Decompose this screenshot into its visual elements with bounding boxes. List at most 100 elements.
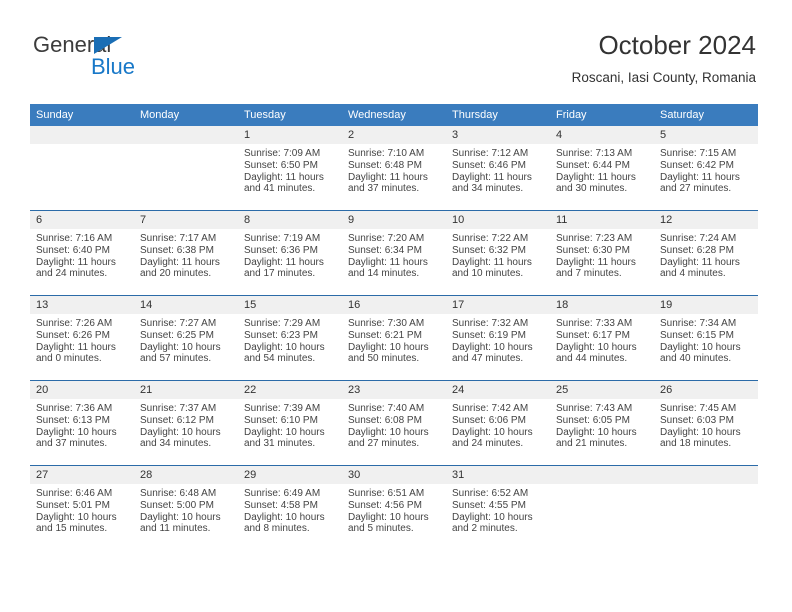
- sunrise-text: Sunrise: 7:45 AM: [660, 403, 737, 414]
- calendar-day-cell[interactable]: 12 Sunrise: 7:24 AM Sunset: 6:28 PM Dayligh…: [654, 210, 758, 296]
- sunset-text: Sunset: 6:15 PM: [660, 329, 734, 341]
- calendar-day-cell[interactable]: 14 Sunrise: 7:27 AM Sunset: 6:25 PM Dayligh…: [134, 295, 238, 381]
- calendar-day-cell[interactable]: 1 Sunrise: 7:09 AM Sunset: 6:50 PM Daylight…: [238, 126, 342, 211]
- sunrise-text: Sunrise: 6:49 AM: [244, 488, 321, 499]
- day-box: 24 Sunrise: 7:42 AM Sunset: 6:06 PM Dayligh…: [446, 381, 550, 465]
- day-box: 23 Sunrise: 7:40 AM Sunset: 6:08 PM Dayligh…: [342, 381, 446, 465]
- calendar-day-cell[interactable]: 27 Sunrise: 6:46 AM Sunset: 5:01 PM Dayligh…: [30, 465, 134, 550]
- day-box: 30 Sunrise: 6:51 AM Sunset: 4:56 PM Dayligh…: [342, 466, 446, 550]
- day-box: 17 Sunrise: 7:32 AM Sunset: 6:19 PM Dayligh…: [446, 296, 550, 380]
- calendar-day-cell[interactable]: 21 Sunrise: 7:37 AM Sunset: 6:12 PM Dayligh…: [134, 380, 238, 466]
- daylight-text: Daylight: 11 hours and 41 minutes.: [244, 171, 324, 195]
- calendar-day-cell[interactable]: 9 Sunrise: 7:20 AM Sunset: 6:34 PM Daylight…: [342, 210, 446, 296]
- calendar-day-cell[interactable]: 13 Sunrise: 7:26 AM Sunset: 6:26 PM Dayligh…: [30, 295, 134, 381]
- calendar-day-cell[interactable]: 31 Sunrise: 6:52 AM Sunset: 4:55 PM Dayligh…: [446, 465, 550, 550]
- day-number: 29: [238, 466, 342, 484]
- day-box: 22 Sunrise: 7:39 AM Sunset: 6:10 PM Dayligh…: [238, 381, 342, 465]
- sunset-text: Sunset: 6:03 PM: [660, 414, 734, 426]
- page-subtitle: Roscani, Iasi County, Romania: [571, 70, 756, 85]
- calendar-day-cell[interactable]: 6 Sunrise: 7:16 AM Sunset: 6:40 PM Daylight…: [30, 210, 134, 296]
- sunset-text: Sunset: 6:36 PM: [244, 244, 318, 256]
- sunset-text: Sunset: 6:30 PM: [556, 244, 630, 256]
- day-sun-info: Sunrise: 7:32 AM Sunset: 6:19 PM Daylight:…: [446, 314, 550, 365]
- sunset-text: Sunset: 6:42 PM: [660, 159, 734, 171]
- day-box: 7 Sunrise: 7:17 AM Sunset: 6:38 PM Daylight…: [134, 211, 238, 295]
- sunrise-text: Sunrise: 7:15 AM: [660, 148, 737, 159]
- daylight-text: Daylight: 11 hours and 0 minutes.: [36, 341, 116, 365]
- day-box: [134, 126, 238, 210]
- sunset-text: Sunset: 6:19 PM: [452, 329, 526, 341]
- day-box: 1 Sunrise: 7:09 AM Sunset: 6:50 PM Daylight…: [238, 126, 342, 210]
- calendar-day-cell[interactable]: 18 Sunrise: 7:33 AM Sunset: 6:17 PM Dayligh…: [550, 295, 654, 381]
- day-box: 2 Sunrise: 7:10 AM Sunset: 6:48 PM Daylight…: [342, 126, 446, 210]
- daylight-text: Daylight: 11 hours and 24 minutes.: [36, 256, 116, 280]
- sunset-text: Sunset: 6:05 PM: [556, 414, 630, 426]
- sunrise-text: Sunrise: 7:10 AM: [348, 148, 425, 159]
- calendar-day-cell[interactable]: 28 Sunrise: 6:48 AM Sunset: 5:00 PM Dayligh…: [134, 465, 238, 550]
- daylight-text: Daylight: 10 hours and 18 minutes.: [660, 426, 741, 450]
- sunrise-text: Sunrise: 7:30 AM: [348, 318, 425, 329]
- brand-name-blue: Blue: [91, 54, 136, 79]
- calendar-day-cell[interactable]: 20 Sunrise: 7:36 AM Sunset: 6:13 PM Dayligh…: [30, 380, 134, 466]
- daylight-text: Daylight: 11 hours and 34 minutes.: [452, 171, 532, 195]
- daylight-text: Daylight: 11 hours and 37 minutes.: [348, 171, 428, 195]
- calendar-day-cell[interactable]: 4 Sunrise: 7:13 AM Sunset: 6:44 PM Daylight…: [550, 126, 654, 211]
- calendar-table: Sunday Monday Tuesday Wednesday Thursday…: [30, 104, 758, 550]
- calendar-day-cell[interactable]: 23 Sunrise: 7:40 AM Sunset: 6:08 PM Dayligh…: [342, 380, 446, 466]
- day-number: 24: [446, 381, 550, 399]
- calendar-day-cell[interactable]: 15 Sunrise: 7:29 AM Sunset: 6:23 PM Dayligh…: [238, 295, 342, 381]
- calendar-day-cell[interactable]: 29 Sunrise: 6:49 AM Sunset: 4:58 PM Dayligh…: [238, 465, 342, 550]
- day-sun-info: Sunrise: 7:33 AM Sunset: 6:17 PM Daylight:…: [550, 314, 654, 365]
- calendar-day-cell[interactable]: 8 Sunrise: 7:19 AM Sunset: 6:36 PM Daylight…: [238, 210, 342, 296]
- calendar-day-cell[interactable]: 17 Sunrise: 7:32 AM Sunset: 6:19 PM Dayligh…: [446, 295, 550, 381]
- calendar-day-cell[interactable]: 26 Sunrise: 7:45 AM Sunset: 6:03 PM Dayligh…: [654, 380, 758, 466]
- day-sun-info: Sunrise: 6:49 AM Sunset: 4:58 PM Daylight:…: [238, 484, 342, 535]
- day-sun-info: Sunrise: 7:29 AM Sunset: 6:23 PM Daylight:…: [238, 314, 342, 365]
- calendar-day-cell[interactable]: 3 Sunrise: 7:12 AM Sunset: 6:46 PM Daylight…: [446, 126, 550, 211]
- day-sun-info: Sunrise: 7:39 AM Sunset: 6:10 PM Daylight:…: [238, 399, 342, 450]
- sunrise-text: Sunrise: 6:52 AM: [452, 488, 529, 499]
- calendar-week-row: 20 Sunrise: 7:36 AM Sunset: 6:13 PM Dayligh…: [30, 380, 758, 466]
- sunrise-text: Sunrise: 7:22 AM: [452, 233, 529, 244]
- calendar-day-cell[interactable]: 25 Sunrise: 7:43 AM Sunset: 6:05 PM Dayligh…: [550, 380, 654, 466]
- day-sun-info: Sunrise: 7:37 AM Sunset: 6:12 PM Daylight:…: [134, 399, 238, 450]
- daylight-text: Daylight: 10 hours and 21 minutes.: [556, 426, 637, 450]
- calendar-day-cell[interactable]: 11 Sunrise: 7:23 AM Sunset: 6:30 PM Dayligh…: [550, 210, 654, 296]
- sunset-text: Sunset: 5:00 PM: [140, 499, 214, 511]
- sunrise-text: Sunrise: 7:32 AM: [452, 318, 529, 329]
- day-box: 18 Sunrise: 7:33 AM Sunset: 6:17 PM Dayligh…: [550, 296, 654, 380]
- sunset-text: Sunset: 6:25 PM: [140, 329, 214, 341]
- calendar-day-cell[interactable]: 16 Sunrise: 7:30 AM Sunset: 6:21 PM Dayligh…: [342, 295, 446, 381]
- calendar-day-cell[interactable]: 24 Sunrise: 7:42 AM Sunset: 6:06 PM Dayligh…: [446, 380, 550, 466]
- day-box: 10 Sunrise: 7:22 AM Sunset: 6:32 PM Dayligh…: [446, 211, 550, 295]
- calendar-day-cell[interactable]: 5 Sunrise: 7:15 AM Sunset: 6:42 PM Daylight…: [654, 126, 758, 211]
- page-title: October 2024: [598, 30, 756, 60]
- day-box: 6 Sunrise: 7:16 AM Sunset: 6:40 PM Daylight…: [30, 211, 134, 295]
- day-number: 17: [446, 296, 550, 314]
- calendar-day-cell[interactable]: 2 Sunrise: 7:10 AM Sunset: 6:48 PM Daylight…: [342, 126, 446, 211]
- sunset-text: Sunset: 6:48 PM: [348, 159, 422, 171]
- day-number: 7: [134, 211, 238, 229]
- day-sun-info: Sunrise: 7:34 AM Sunset: 6:15 PM Daylight:…: [654, 314, 758, 365]
- calendar-day-cell[interactable]: 19 Sunrise: 7:34 AM Sunset: 6:15 PM Dayligh…: [654, 295, 758, 381]
- calendar-day-cell[interactable]: 30 Sunrise: 6:51 AM Sunset: 4:56 PM Dayligh…: [342, 465, 446, 550]
- calendar-day-cell[interactable]: 10 Sunrise: 7:22 AM Sunset: 6:32 PM Dayligh…: [446, 210, 550, 296]
- day-number: 23: [342, 381, 446, 399]
- sunrise-text: Sunrise: 6:48 AM: [140, 488, 217, 499]
- calendar-day-cell[interactable]: 22 Sunrise: 7:39 AM Sunset: 6:10 PM Dayligh…: [238, 380, 342, 466]
- calendar-cell-empty: [550, 465, 654, 550]
- calendar-day-cell[interactable]: 7 Sunrise: 7:17 AM Sunset: 6:38 PM Daylight…: [134, 210, 238, 296]
- day-box: 4 Sunrise: 7:13 AM Sunset: 6:44 PM Daylight…: [550, 126, 654, 210]
- day-number: 19: [654, 296, 758, 314]
- daylight-text: Daylight: 10 hours and 50 minutes.: [348, 341, 429, 365]
- sunset-text: Sunset: 4:58 PM: [244, 499, 318, 511]
- sunrise-text: Sunrise: 7:12 AM: [452, 148, 529, 159]
- daylight-text: Daylight: 10 hours and 11 minutes.: [140, 511, 221, 535]
- daylight-text: Daylight: 10 hours and 54 minutes.: [244, 341, 325, 365]
- sunrise-text: Sunrise: 7:27 AM: [140, 318, 217, 329]
- day-sun-info: Sunrise: 7:24 AM Sunset: 6:28 PM Daylight:…: [654, 229, 758, 280]
- day-number: 4: [550, 126, 654, 144]
- day-number: 1: [238, 126, 342, 144]
- brand-logo[interactable]: General Blue: [33, 32, 213, 88]
- day-box: 3 Sunrise: 7:12 AM Sunset: 6:46 PM Daylight…: [446, 126, 550, 210]
